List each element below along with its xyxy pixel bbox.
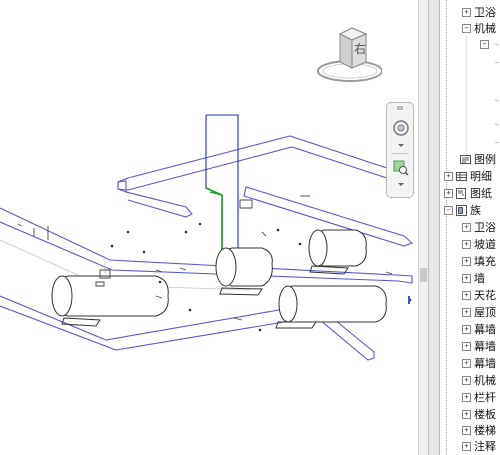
tree-item-label: 明细 [470, 170, 492, 183]
family-icon [456, 204, 467, 216]
tree-item-families[interactable]: − 族 [444, 202, 481, 218]
tree-item-label: 坡道 [474, 238, 496, 251]
expand-toggle[interactable]: + [462, 239, 471, 249]
tree-item-family-railing[interactable]: + 栏杆 [462, 389, 496, 405]
tree-item-family-wall[interactable]: + 墙 [462, 270, 485, 286]
tree-item-family-fill[interactable]: + 填充 [462, 253, 496, 269]
tree-item-family-curtain-wall-1[interactable]: + 幕墙 [462, 321, 496, 337]
cursor-marker-icon [408, 296, 410, 304]
tree-item-family-curtain-wall-3[interactable]: + 幕墙 [462, 355, 496, 371]
tree-item-plumbing[interactable]: + 卫浴 [462, 4, 496, 20]
expand-toggle[interactable]: + [462, 358, 471, 368]
tree-item-sheets[interactable]: + 图纸 [444, 185, 492, 201]
expand-toggle[interactable]: + [462, 273, 471, 283]
tree-item-family-mechanical[interactable]: + 机械 [462, 372, 496, 388]
tree-item-label: 天花 [474, 289, 496, 302]
tree-item-family-curtain-wall-2[interactable]: + 幕墙 [462, 338, 496, 354]
tree-item-label: 楼板 [474, 408, 496, 421]
tree-connector [495, 44, 499, 45]
tree-item-label: 墙 [474, 272, 485, 285]
tree-guide-line [446, 0, 448, 455]
tree-item-family-annotation[interactable]: + 注释 [462, 438, 496, 454]
sheet-icon [456, 187, 466, 199]
tree-item-family-ramp[interactable]: + 坡道 [462, 236, 496, 252]
tree-item-label: 图例 [474, 153, 496, 166]
tree-item-label: 注释 [474, 440, 496, 453]
tree-item-label: 卫浴 [474, 6, 496, 19]
tree-connector [495, 142, 499, 143]
tree-item-label: 机械 [474, 22, 496, 35]
navbar-divider [392, 153, 408, 154]
expand-toggle[interactable]: + [462, 392, 471, 402]
expand-toggle[interactable]: + [462, 7, 471, 17]
tree-item-label: 栏杆 [474, 391, 496, 404]
expand-toggle[interactable]: + [462, 256, 471, 266]
3d-view-canvas[interactable]: 右 [0, 0, 418, 455]
tree-guide-line [466, 36, 468, 156]
tree-item-label: 楼梯 [474, 424, 496, 437]
tree-item-family-stair[interactable]: + 楼梯 [462, 422, 496, 438]
tree-item-label: 幕墙 [474, 340, 496, 353]
tree-item-label: 图纸 [470, 187, 492, 200]
expand-toggle[interactable]: + [462, 375, 471, 385]
tree-connector [495, 124, 499, 125]
chevron-down-icon[interactable] [392, 142, 410, 150]
expand-toggle[interactable]: + [462, 324, 471, 334]
tree-item-label: 幕墙 [474, 323, 496, 336]
tree-item-family-plumbing[interactable]: + 卫浴 [462, 219, 496, 235]
tree-item-label: 族 [470, 204, 481, 217]
schedule-icon [456, 171, 467, 181]
tree-connector [495, 100, 499, 101]
tree-item-label: 屋顶 [474, 306, 496, 319]
view-cube-face-label: 右 [354, 42, 367, 56]
chevron-down-icon[interactable] [392, 181, 410, 189]
tree-item-family-roof[interactable]: + 屋顶 [462, 304, 496, 320]
steering-wheel-icon[interactable] [392, 117, 410, 139]
tree-item-label: 机械 [474, 374, 496, 387]
tree-item-family-floor[interactable]: + 楼板 [462, 406, 496, 422]
scrollbar-thumb[interactable] [420, 268, 427, 282]
tree-item-mechanical-child[interactable]: − [480, 36, 492, 52]
tree-item-label: 填充 [474, 255, 496, 268]
view-cube-icon [317, 27, 383, 82]
collapse-toggle[interactable]: − [462, 23, 471, 33]
navbar-close-icon[interactable] [392, 106, 408, 112]
project-browser: + 卫浴 − 机械 − 图例 + 明细 + 图纸 − 族 + 卫浴 + 坡道 +… [440, 0, 500, 455]
tree-item-family-ceiling[interactable]: + 天花 [462, 287, 496, 303]
navigation-bar [386, 102, 414, 198]
expand-toggle[interactable]: + [462, 307, 471, 317]
expand-toggle[interactable]: + [462, 441, 471, 451]
viewport-scrollbar[interactable] [418, 0, 428, 455]
tree-item-legends[interactable]: 图例 [460, 151, 496, 167]
view-cube[interactable]: 右 [312, 22, 383, 84]
expand-toggle[interactable]: + [444, 171, 453, 181]
tree-item-schedules[interactable]: + 明细 [444, 168, 492, 184]
expand-toggle[interactable]: + [462, 409, 471, 419]
expand-toggle[interactable]: + [462, 425, 471, 435]
legend-icon [460, 154, 471, 164]
expand-toggle[interactable]: + [462, 222, 471, 232]
tree-connector [495, 62, 499, 63]
panel-splitter[interactable] [428, 0, 440, 455]
tree-item-label: 卫浴 [474, 221, 496, 234]
expand-toggle[interactable]: + [444, 188, 453, 198]
zoom-region-icon[interactable] [392, 159, 410, 177]
tree-item-mechanical[interactable]: − 机械 [462, 20, 496, 36]
expand-toggle[interactable]: + [462, 290, 471, 300]
collapse-toggle[interactable]: − [444, 205, 453, 215]
tree-item-label: 幕墙 [474, 357, 496, 370]
expand-toggle[interactable]: + [462, 341, 471, 351]
collapse-toggle[interactable]: − [480, 39, 489, 49]
